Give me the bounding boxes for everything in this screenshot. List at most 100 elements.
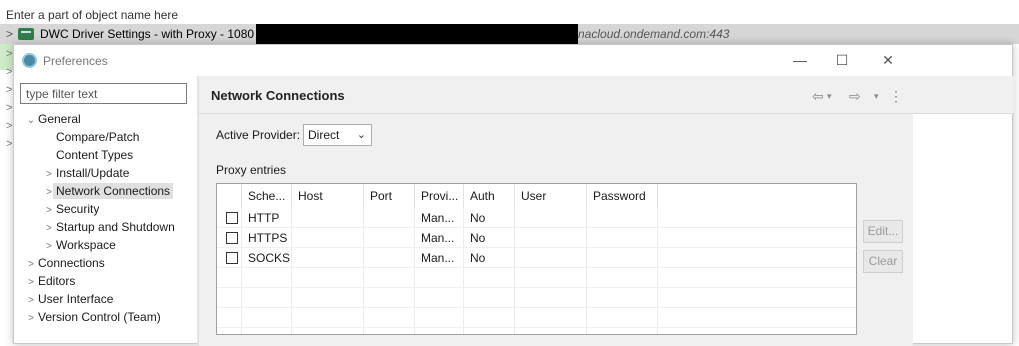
expand-chevron-icon[interactable]: > [6,24,13,44]
cell-password [587,248,593,268]
table-row[interactable]: HTTPS Man... No [217,228,856,248]
cell-auth: No [470,211,486,225]
tree-item-startup-shutdown[interactable]: > Startup and Shutdown [42,218,175,236]
preferences-page: Network Connections ⇦ ▾ ⇨ ▾ ⋮ Active Pro… [199,76,1014,346]
table-row[interactable]: HTTP Man... No [217,208,856,228]
tree-item-label: Version Control (Team) [38,310,161,324]
tree-item-workspace[interactable]: > Workspace [42,236,116,254]
table-header: Sche... Host Port Provi... Auth User Pas… [217,184,856,208]
dialog-title: Preferences [43,54,108,68]
page-title: Network Connections [211,88,345,103]
column-header-password[interactable]: Password [587,184,658,208]
cell-auth: No [470,231,486,245]
expand-chevron-icon[interactable]: > [24,310,38,328]
tree-item-version-control[interactable]: > Version Control (Team) [24,308,161,326]
tree-item-label: Compare/Patch [56,130,140,144]
cell-port [364,228,370,248]
cell-provider: Man... [421,211,455,225]
active-provider-value: Direct [308,128,340,142]
close-icon[interactable]: ✕ [878,51,898,69]
active-provider-label: Active Provider: [216,128,301,142]
cell-password [587,208,593,228]
column-header-port[interactable]: Port [364,184,415,208]
expand-chevron-icon[interactable]: > [6,48,12,60]
tree-item-label: User Interface [38,292,114,306]
proxy-entries-table: Sche... Host Port Provi... Auth User Pas… [216,183,857,335]
view-menu-icon[interactable]: ⋮ [889,88,903,105]
type-filter-input[interactable] [20,83,187,104]
app-logo-icon [22,53,37,68]
row-checkbox[interactable] [226,212,238,224]
connection-label: DWC Driver Settings - with Proxy - 1080 [40,27,255,41]
proxy-entries-label: Proxy entries [216,163,287,177]
tree-item-security[interactable]: > Security [42,200,99,218]
expand-chevron-icon[interactable]: > [6,138,12,150]
chevron-down-icon: ⌄ [356,129,366,141]
column-header-host[interactable]: Host [292,184,364,208]
page-content: Active Provider: Direct ⌄ Proxy entries … [199,114,913,346]
expand-chevron-icon[interactable]: > [6,84,12,96]
tree-item-user-interface[interactable]: > User Interface [24,290,113,308]
page-header: Network Connections ⇦ ▾ ⇨ ▾ ⋮ [199,76,1014,114]
minimize-icon[interactable]: — [790,51,810,69]
expand-chevron-icon[interactable]: > [6,102,12,114]
table-row[interactable]: SOCKS Man... No [217,248,856,268]
column-header-provider[interactable]: Provi... [415,184,464,208]
tree-item-label: Editors [38,274,76,288]
column-header-checkbox[interactable] [217,184,242,208]
expand-chevron-icon[interactable]: > [6,66,12,78]
tree-item-editors[interactable]: > Editors [24,272,75,290]
column-header-auth[interactable]: Auth [464,184,515,208]
cell-host [292,248,298,268]
row-checkbox[interactable] [226,232,238,244]
row-checkbox[interactable] [226,252,238,264]
tree-item-install-update[interactable]: > Install/Update [42,164,129,182]
cell-host [292,208,298,228]
cell-scheme: HTTP [248,211,280,225]
cell-host [292,228,298,248]
tree-item-content-types[interactable]: Content Types [42,146,133,164]
cell-provider: Man... [421,251,455,265]
tree-item-label: Startup and Shutdown [56,220,175,234]
tree-item-label: Network Connections [53,183,174,199]
cell-port [364,208,370,228]
background-filter-field[interactable]: Enter a part of object name here [0,5,1019,25]
forward-dropdown-icon[interactable]: ▾ [874,91,879,102]
clear-button[interactable]: Clear [863,250,903,273]
tree-item-label: Content Types [56,148,134,162]
collapse-chevron-icon[interactable]: ⌄ [24,112,38,130]
cell-provider: Man... [421,231,455,245]
column-header-scheme[interactable]: Sche... [242,184,292,208]
back-arrow-icon[interactable]: ⇦ [812,88,824,105]
cell-auth: No [470,251,486,265]
cell-port [364,248,370,268]
column-header-user[interactable]: User [515,184,587,208]
tree-item-general[interactable]: ⌄ General [24,110,81,128]
tree-item-compare-patch[interactable]: Compare/Patch [42,128,139,146]
tree-item-label: Workspace [56,238,116,252]
table-row-empty [217,268,856,288]
maximize-icon[interactable]: ☐ [832,51,852,69]
cell-scheme: SOCKS [248,251,291,265]
tree-item-label: General [38,112,81,126]
dialog-titlebar[interactable]: Preferences — ☐ ✕ [14,45,1012,76]
tree-item-connections[interactable]: > Connections [24,254,105,272]
active-provider-select[interactable]: Direct ⌄ [303,124,372,146]
table-row-empty [217,288,856,308]
tree-item-label: Install/Update [56,166,130,180]
forward-arrow-icon[interactable]: ⇨ [849,88,861,105]
background-connection-row[interactable]: > DWC Driver Settings - with Proxy - 108… [0,24,1019,48]
cell-scheme: HTTPS [248,231,288,245]
tree-item-label: Connections [38,256,105,270]
cell-password [587,228,593,248]
table-row-empty [217,308,856,328]
back-dropdown-icon[interactable]: ▾ [827,91,832,102]
expand-chevron-icon[interactable]: > [6,120,12,132]
connection-host: nacloud.ondemand.com:443 [578,27,730,41]
cell-user [515,248,521,268]
preferences-left-pane: ⌄General Compare/Patch Content Types >In… [14,76,197,346]
cell-user [515,228,521,248]
edit-button[interactable]: Edit... [863,220,903,243]
tree-item-network-connections[interactable]: > Network Connections [42,182,174,200]
database-connection-icon [18,28,34,40]
